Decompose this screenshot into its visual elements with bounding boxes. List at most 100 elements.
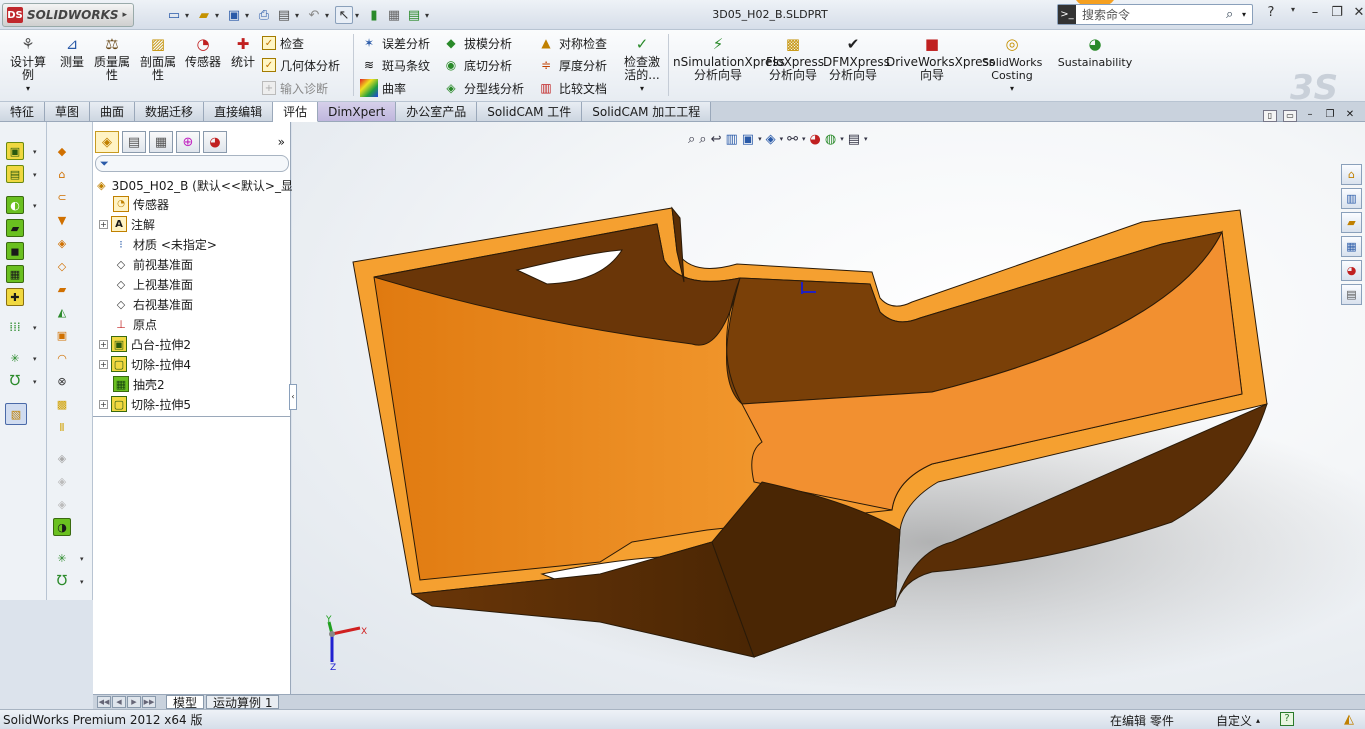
swept-boss-icon[interactable]: ◐ xyxy=(6,196,24,214)
rebuild-icon[interactable]: ▮ xyxy=(365,6,383,24)
print-dropdown-icon[interactable]: ▾ xyxy=(295,11,303,20)
lofted-cut-icon[interactable]: ▼ xyxy=(53,211,71,229)
parting-line-analysis-button[interactable]: ◈ 分型线分析 xyxy=(442,78,524,98)
dropdown-icon[interactable]: ▾ xyxy=(33,171,37,179)
options-dropdown-icon[interactable]: ▾ xyxy=(425,11,433,20)
part-model[interactable]: X Y Z xyxy=(292,122,1365,694)
feature-tree-tab-icon[interactable]: ◈ xyxy=(95,131,119,153)
rib-icon[interactable]: ✚ xyxy=(6,288,24,306)
print-preview-icon[interactable]: ▤ xyxy=(275,6,293,24)
split-view-icon[interactable]: ▯ xyxy=(1263,110,1277,122)
design-study-button[interactable]: ⚘ 设计算例 ▾ xyxy=(8,34,48,95)
dome-icon[interactable]: ◠ xyxy=(53,349,71,367)
tab-sketch[interactable]: 草图 xyxy=(45,102,91,121)
tree-item-boss-extrude2[interactable]: + ▣ 凸台-拉伸2 xyxy=(99,334,297,354)
reference-geometry-icon[interactable]: ✳ xyxy=(6,349,24,367)
viewport-minimize-icon[interactable]: – xyxy=(1303,110,1317,122)
notification-icon[interactable]: ◭ xyxy=(1344,712,1354,727)
first-tab-icon[interactable]: ◀◀ xyxy=(97,696,111,708)
helix-icon[interactable]: ℧ xyxy=(53,572,71,590)
tree-item-right-plane[interactable]: ◇ 右视基准面 xyxy=(101,294,299,314)
draft-analysis-button[interactable]: ◆ 拔模分析 xyxy=(442,33,512,53)
solidworks-menu-button[interactable]: DS SOLIDWORKS ▸ xyxy=(2,3,134,27)
thickness-analysis-button[interactable]: ≑ 厚度分析 xyxy=(537,55,607,75)
fillet-icon[interactable]: ▰ xyxy=(53,280,71,298)
search-input[interactable]: 搜索命令 xyxy=(1076,6,1226,23)
dfmxpress-button[interactable]: ✔ DFMXpress 分析向导 xyxy=(823,34,890,82)
dropdown-icon[interactable]: ▾ xyxy=(80,555,84,563)
minimize-icon[interactable]: – xyxy=(1306,5,1324,23)
search-dropdown-icon[interactable]: ▾ xyxy=(1242,10,1252,19)
tab-dimxpert[interactable]: DimXpert xyxy=(318,102,397,121)
hole-wizard-icon[interactable]: ◇ xyxy=(53,257,71,275)
revolved-cut-icon[interactable]: ⌂ xyxy=(53,165,71,183)
new-document-icon[interactable]: ▭ xyxy=(165,6,183,24)
tab-solidcam-stock[interactable]: SolidCAM 工件 xyxy=(477,102,583,121)
mirror-icon[interactable]: ◈ xyxy=(53,449,71,467)
zebra-stripes-button[interactable]: ≋ 斑马条纹 xyxy=(360,55,430,75)
units-selector[interactable]: 自定义 ▴ xyxy=(1216,712,1260,729)
tab-model[interactable]: 模型 xyxy=(166,695,205,710)
wrap-icon[interactable]: ▩ xyxy=(53,395,71,413)
draft-icon[interactable]: ▣ xyxy=(53,326,71,344)
options-icon[interactable]: ▤ xyxy=(405,6,423,24)
select-icon[interactable]: ↖ xyxy=(335,6,353,24)
swept-cut-icon[interactable]: ⊂ xyxy=(53,188,71,206)
tree-item-origin[interactable]: ⊥ 原点 xyxy=(101,314,299,334)
dropdown-icon[interactable]: ▾ xyxy=(33,324,37,332)
driveworksxpress-button[interactable]: ■ DriveWorksXpress 向导 xyxy=(886,34,995,82)
tree-item-shell2[interactable]: ▦ 抽壳2 xyxy=(101,374,299,394)
revolved-boss-icon[interactable]: ▤ xyxy=(6,165,24,183)
simulationxpress-button[interactable]: ⚡ nSimulationXpress 分析向导 xyxy=(672,34,785,82)
costing-button[interactable]: ◎ SolidWorks Costing ▾ xyxy=(982,34,1042,95)
expand-icon[interactable]: + xyxy=(99,399,108,409)
expand-icon[interactable]: + xyxy=(99,339,108,349)
tree-item-cut-extrude4[interactable]: + ▢ 切除-拉伸4 xyxy=(99,354,297,374)
tree-root[interactable]: ◈ 3D05_H02_B (默认<<默认>_显 xyxy=(95,175,293,195)
next-tab-icon[interactable]: ▶ xyxy=(127,696,141,708)
dropdown-icon[interactable]: ▾ xyxy=(33,355,37,363)
last-tab-icon[interactable]: ▶▶ xyxy=(142,696,156,708)
restore-icon[interactable]: ❐ xyxy=(1328,5,1346,23)
import-diagnostics-button[interactable]: + 输入诊断 xyxy=(262,78,328,98)
tree-item-sensors[interactable]: ◔ 传感器 xyxy=(101,194,299,214)
tree-item-top-plane[interactable]: ◇ 上视基准面 xyxy=(101,274,299,294)
instant3d-icon[interactable]: ▧ xyxy=(5,403,27,425)
extruded-cut-icon[interactable]: ◆ xyxy=(53,142,71,160)
tree-item-cut-extrude5[interactable]: + ▢ 切除-拉伸5 xyxy=(99,394,297,414)
expand-tabs-icon[interactable]: » xyxy=(278,135,285,149)
prev-tab-icon[interactable]: ◀ xyxy=(112,696,126,708)
expand-icon[interactable]: + xyxy=(99,359,108,369)
save-icon[interactable]: ▣ xyxy=(225,6,243,24)
tab-evaluate[interactable]: 评估 xyxy=(273,102,319,122)
deviation-analysis-button[interactable]: ✶ 误差分析 xyxy=(360,33,430,53)
section-properties-button[interactable]: ▨ 剖面属性 xyxy=(138,34,178,82)
dropdown-icon[interactable]: ▾ xyxy=(33,148,37,156)
filter-field[interactable]: ⏷ xyxy=(95,155,289,172)
linear-pattern-icon[interactable]: ⁞⁞⁞ xyxy=(6,318,24,336)
mass-properties-button[interactable]: ⚖ 质量属性 xyxy=(92,34,132,82)
compare-documents-button[interactable]: ▥ 比较文档 xyxy=(537,78,607,98)
open-dropdown-icon[interactable]: ▾ xyxy=(215,11,223,20)
split-icon[interactable]: Ⅱ xyxy=(53,418,71,436)
dimxpert-manager-tab-icon[interactable]: ⊕ xyxy=(176,131,200,153)
check-active-button[interactable]: ✓ 检查激活的... ▾ xyxy=(620,34,664,95)
undo-icon[interactable]: ↶ xyxy=(305,6,323,24)
boundary-boss-icon[interactable]: ◼ xyxy=(6,242,24,260)
search-box[interactable]: >_ 搜索命令 ⌕ ▾ xyxy=(1057,4,1253,25)
help-button[interactable]: ? xyxy=(1262,5,1280,23)
file-properties-icon[interactable]: ▦ xyxy=(385,6,403,24)
new-dropdown-icon[interactable]: ▾ xyxy=(185,11,193,20)
undercut-analysis-button[interactable]: ◉ 底切分析 xyxy=(442,55,512,75)
sensors-button[interactable]: ◔ 传感器 xyxy=(183,34,223,69)
print-icon[interactable]: ⎙ xyxy=(255,6,273,24)
sustainability-button[interactable]: ◕ Sustainability xyxy=(1058,34,1132,69)
curvature-button[interactable]: 曲率 xyxy=(360,78,406,98)
move-face-icon[interactable]: ◈ xyxy=(53,472,71,490)
reference-point-icon[interactable]: ✳ xyxy=(53,549,71,567)
curves-icon[interactable]: ℧ xyxy=(6,372,24,390)
tab-data-migration[interactable]: 数据迁移 xyxy=(135,102,205,121)
extruded-boss-icon[interactable]: ▣ xyxy=(6,142,24,160)
help-dropdown-icon[interactable]: ▾ xyxy=(1284,5,1302,23)
tab-motion-study-1[interactable]: 运动算例 1 xyxy=(206,695,280,710)
